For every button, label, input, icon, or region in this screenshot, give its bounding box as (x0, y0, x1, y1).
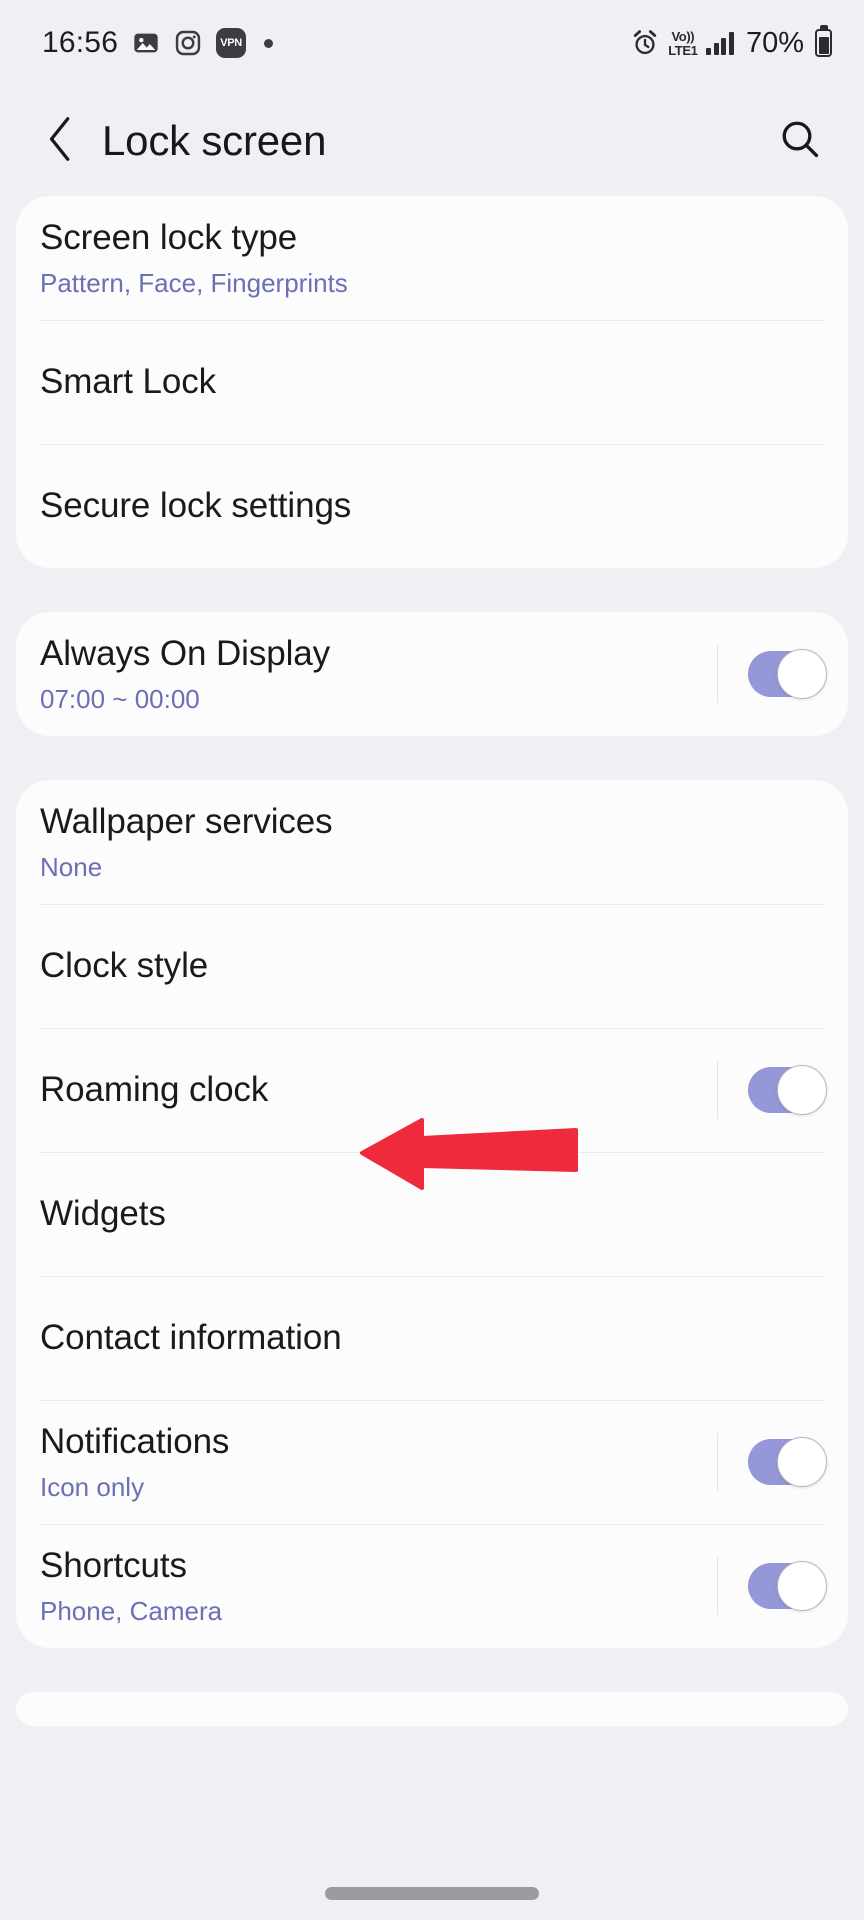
row-text-group: Screen lock type Pattern, Face, Fingerpr… (40, 217, 824, 298)
search-icon (779, 118, 821, 165)
row-title: Smart Lock (40, 362, 216, 402)
row-title: Secure lock settings (40, 486, 352, 526)
status-bar-right: Vo)) LTE1 70% (631, 27, 832, 60)
toggle-knob (777, 1437, 827, 1487)
row-text-group: Always On Display 07:00 ~ 00:00 (40, 633, 699, 714)
navigation-bar (0, 1866, 864, 1920)
row-title: Notifications (40, 1422, 230, 1462)
row-title: Clock style (40, 946, 209, 986)
toggle-shortcuts[interactable] (748, 1561, 827, 1611)
row-title: Always On Display (40, 634, 331, 674)
setting-row-widgets[interactable]: Widgets (40, 1152, 824, 1276)
status-bar-left: 16:56 VPN (42, 26, 274, 60)
toggle-area (699, 1433, 827, 1491)
setting-row-shortcuts[interactable]: Shortcuts Phone, Camera (40, 1524, 827, 1648)
settings-card-always-on-display: Always On Display 07:00 ~ 00:00 (16, 612, 848, 736)
row-title: Contact information (40, 1318, 342, 1358)
row-title: Widgets (40, 1194, 166, 1234)
settings-list[interactable]: Screen lock type Pattern, Face, Fingerpr… (0, 196, 864, 1866)
row-text-group: Wallpaper services None (40, 801, 824, 882)
row-text-group: Secure lock settings (40, 485, 824, 526)
row-text-group: Shortcuts Phone, Camera (40, 1545, 699, 1626)
row-text-group: Contact information (40, 1317, 824, 1358)
toggle-area (699, 1557, 827, 1615)
status-dot (264, 38, 274, 48)
battery-percent-label: 70% (745, 26, 804, 59)
signal-bars-icon (706, 31, 734, 55)
setting-row-screen-lock-type[interactable]: Screen lock type Pattern, Face, Fingerpr… (40, 196, 824, 320)
row-title: Screen lock type (40, 218, 298, 258)
setting-row-notifications[interactable]: Notifications Icon only (40, 1400, 827, 1524)
row-subtitle: Phone, Camera (40, 1595, 223, 1626)
row-title: Wallpaper services (40, 802, 333, 842)
row-text-group: Roaming clock (40, 1069, 699, 1110)
alarm-icon (631, 29, 659, 57)
instagram-icon (174, 29, 202, 57)
row-subtitle: None (40, 851, 103, 882)
vpn-badge: VPN (216, 28, 247, 58)
toggle-notifications[interactable] (748, 1437, 827, 1487)
search-button[interactable] (772, 113, 828, 169)
settings-card-lock-screen-items: Wallpaper services None Clock style Roam… (16, 780, 848, 1648)
battery-icon (815, 29, 832, 57)
row-text-group: Widgets (40, 1193, 824, 1234)
setting-row-smart-lock[interactable]: Smart Lock (40, 320, 824, 444)
setting-row-secure-lock-settings[interactable]: Secure lock settings (40, 444, 824, 568)
settings-card-lock: Screen lock type Pattern, Face, Fingerpr… (16, 196, 848, 568)
phone-screen: 16:56 VPN Vo)) LTE1 70% Lock screen Scre… (0, 0, 864, 1920)
row-title: Shortcuts (40, 1546, 187, 1586)
volte-icon: Vo)) LTE1 (668, 28, 698, 58)
row-text-group: Smart Lock (40, 361, 824, 402)
back-button[interactable] (34, 114, 88, 168)
status-bar: 16:56 VPN Vo)) LTE1 70% (0, 0, 864, 86)
setting-row-roaming-clock[interactable]: Roaming clock (40, 1028, 827, 1152)
toggle-area (699, 645, 827, 703)
toggle-always-on-display[interactable] (748, 649, 827, 699)
row-title: Roaming clock (40, 1070, 269, 1110)
setting-row-contact-information[interactable]: Contact information (40, 1276, 824, 1400)
vertical-divider (716, 1061, 718, 1119)
toggle-knob (777, 1065, 827, 1115)
app-bar: Lock screen (0, 86, 864, 196)
toggle-knob (777, 1561, 827, 1611)
setting-row-always-on-display[interactable]: Always On Display 07:00 ~ 00:00 (40, 612, 827, 736)
toggle-area (699, 1061, 827, 1119)
volte-line-2: LTE1 (668, 42, 698, 58)
home-indicator[interactable] (325, 1886, 539, 1900)
row-text-group: Notifications Icon only (40, 1421, 699, 1502)
settings-card-next-partial[interactable] (16, 1692, 848, 1726)
row-subtitle: Icon only (40, 1471, 145, 1502)
toggle-roaming-clock[interactable] (748, 1065, 827, 1115)
row-subtitle: 07:00 ~ 00:00 (40, 683, 200, 714)
row-subtitle: Pattern, Face, Fingerprints (40, 267, 348, 298)
toggle-knob (777, 649, 827, 699)
status-clock: 16:56 (42, 26, 119, 59)
vertical-divider (716, 1433, 718, 1491)
volte-line-1: Vo)) (671, 28, 695, 44)
setting-row-clock-style[interactable]: Clock style (40, 904, 824, 1028)
page-title: Lock screen (102, 117, 327, 164)
row-text-group: Clock style (40, 945, 824, 986)
vertical-divider (716, 1557, 718, 1615)
setting-row-wallpaper-services[interactable]: Wallpaper services None (40, 780, 824, 904)
chevron-left-icon (44, 116, 78, 167)
vertical-divider (716, 645, 718, 703)
gallery-icon (132, 29, 160, 57)
